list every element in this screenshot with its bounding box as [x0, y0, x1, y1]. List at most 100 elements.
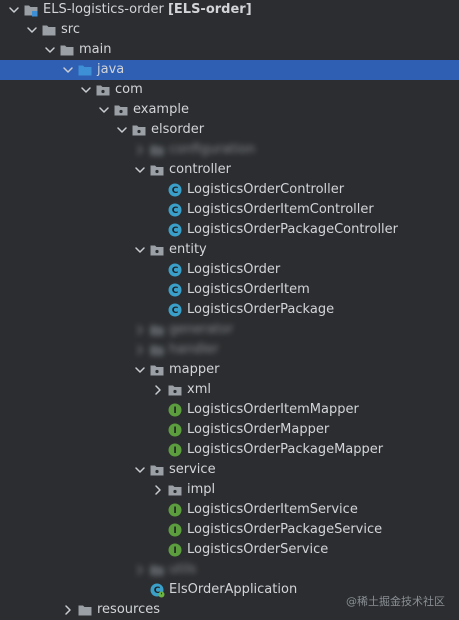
tree-label-class: LogisticsOrderController [187, 182, 345, 197]
tree-label-interface: LogisticsOrderService [187, 542, 329, 557]
tree-row-interface[interactable]: LogisticsOrderPackageService [0, 520, 459, 540]
package-icon [167, 480, 183, 500]
tree-label-main: main [79, 42, 112, 57]
tree-label-interface: LogisticsOrderPackageService [187, 522, 383, 537]
tree-row-handler[interactable]: handler [0, 340, 459, 360]
interface-icon [167, 520, 183, 540]
tree-row-service[interactable]: service [0, 460, 459, 480]
tree-row-entity[interactable]: entity [0, 240, 459, 260]
chevron-right-icon[interactable] [150, 480, 166, 500]
chevron-down-icon[interactable] [132, 360, 148, 380]
chevron-down-icon[interactable] [132, 160, 148, 180]
package-icon [149, 140, 165, 160]
package-icon [95, 80, 111, 100]
folder-icon [59, 40, 75, 60]
chevron-down-icon[interactable] [24, 20, 40, 40]
package-icon [149, 320, 165, 340]
folder-icon [41, 20, 57, 40]
tree-label-resources: resources [97, 602, 161, 617]
tree-row-xml[interactable]: xml [0, 380, 459, 400]
chevron-down-icon[interactable] [42, 40, 58, 60]
interface-icon [167, 400, 183, 420]
interface-icon [167, 540, 183, 560]
tree-label-mapper: mapper [169, 362, 220, 377]
tree-row-example[interactable]: example [0, 100, 459, 120]
package-icon [149, 460, 165, 480]
tree-label-example: example [133, 102, 189, 117]
tree-row-interface[interactable]: LogisticsOrderMapper [0, 420, 459, 440]
tree-row-configuration[interactable]: configuration [0, 140, 459, 160]
tree-row-src[interactable]: src [0, 20, 459, 40]
chevron-down-icon[interactable] [132, 460, 148, 480]
chevron-right-icon[interactable] [132, 340, 148, 360]
interface-icon [167, 420, 183, 440]
tree-row-class[interactable]: LogisticsOrderItemController [0, 200, 459, 220]
tree-row-com[interactable]: com [0, 80, 459, 100]
tree-label-elsorder: elsorder [151, 122, 205, 137]
chevron-down-icon[interactable] [6, 0, 22, 20]
tree-label-interface: LogisticsOrderPackageMapper [187, 442, 384, 457]
tree-label-class: LogisticsOrder [187, 262, 281, 277]
chevron-right-icon[interactable] [132, 320, 148, 340]
chevron-down-icon[interactable] [60, 60, 76, 80]
tree-label-class: LogisticsOrderItemController [187, 202, 374, 217]
tree-label-xml: xml [187, 382, 211, 397]
tree-row-mapper[interactable]: mapper [0, 360, 459, 380]
tree-label-class: LogisticsOrderPackageController [187, 222, 399, 237]
folder-icon [77, 600, 93, 620]
class-icon [167, 260, 183, 280]
package-icon [113, 100, 129, 120]
tree-row-java[interactable]: java [0, 60, 459, 80]
chevron-right-icon[interactable] [150, 380, 166, 400]
tree-row-module[interactable]: ELS-logistics-order [ELS-order] [0, 0, 459, 20]
interface-icon [167, 500, 183, 520]
class-icon [167, 280, 183, 300]
module-tag: [ELS-order] [167, 2, 252, 17]
class-icon [167, 180, 183, 200]
tree-label-controller: controller [169, 162, 232, 177]
package-icon [131, 120, 147, 140]
package-icon [149, 240, 165, 260]
chevron-right-icon[interactable] [132, 560, 148, 580]
tree-label-interface: LogisticsOrderItemService [187, 502, 358, 517]
tree-label-interface: LogisticsOrderMapper [187, 422, 330, 437]
chevron-down-icon[interactable] [78, 80, 94, 100]
tree-row-class[interactable]: LogisticsOrderController [0, 180, 459, 200]
chevron-down-icon[interactable] [114, 120, 130, 140]
tree-label-class: LogisticsOrderPackage [187, 302, 335, 317]
tree-row-class[interactable]: LogisticsOrderPackage [0, 300, 459, 320]
tree-label-utils: utils [169, 562, 197, 577]
tree-label-service: service [169, 462, 216, 477]
tree-row-controller[interactable]: controller [0, 160, 459, 180]
tree-row-utils[interactable]: utils [0, 560, 459, 580]
watermark: @稀土掘金技术社区 [346, 595, 445, 608]
tree-row-interface[interactable]: LogisticsOrderService [0, 540, 459, 560]
tree-label-class: LogisticsOrderItem [187, 282, 310, 297]
class-icon [167, 200, 183, 220]
tree-row-class[interactable]: LogisticsOrder [0, 260, 459, 280]
tree-row-impl[interactable]: impl [0, 480, 459, 500]
package-icon [149, 560, 165, 580]
package-icon [149, 360, 165, 380]
tree-label-impl: impl [187, 482, 216, 497]
source-folder-icon [77, 60, 93, 80]
interface-icon [167, 440, 183, 460]
module-label: ELS-logistics-order [ELS-order] [43, 0, 252, 20]
tree-row-interface[interactable]: LogisticsOrderPackageMapper [0, 440, 459, 460]
tree-row-generator[interactable]: generator [0, 320, 459, 340]
module-folder-icon [23, 0, 39, 20]
tree-label-configuration: configuration [169, 142, 256, 157]
chevron-down-icon[interactable] [132, 240, 148, 260]
chevron-down-icon[interactable] [96, 100, 112, 120]
tree-row-elsorder[interactable]: elsorder [0, 120, 459, 140]
project-tree: ELS-logistics-order [ELS-order] src main… [0, 0, 459, 620]
tree-label-application: ElsOrderApplication [169, 582, 298, 597]
tree-row-class[interactable]: LogisticsOrderPackageController [0, 220, 459, 240]
chevron-right-icon[interactable] [132, 140, 148, 160]
tree-row-interface[interactable]: LogisticsOrderItemService [0, 500, 459, 520]
tree-row-interface[interactable]: LogisticsOrderItemMapper [0, 400, 459, 420]
tree-row-main[interactable]: main [0, 40, 459, 60]
tree-row-class[interactable]: LogisticsOrderItem [0, 280, 459, 300]
package-icon [149, 340, 165, 360]
chevron-right-icon[interactable] [60, 600, 76, 620]
